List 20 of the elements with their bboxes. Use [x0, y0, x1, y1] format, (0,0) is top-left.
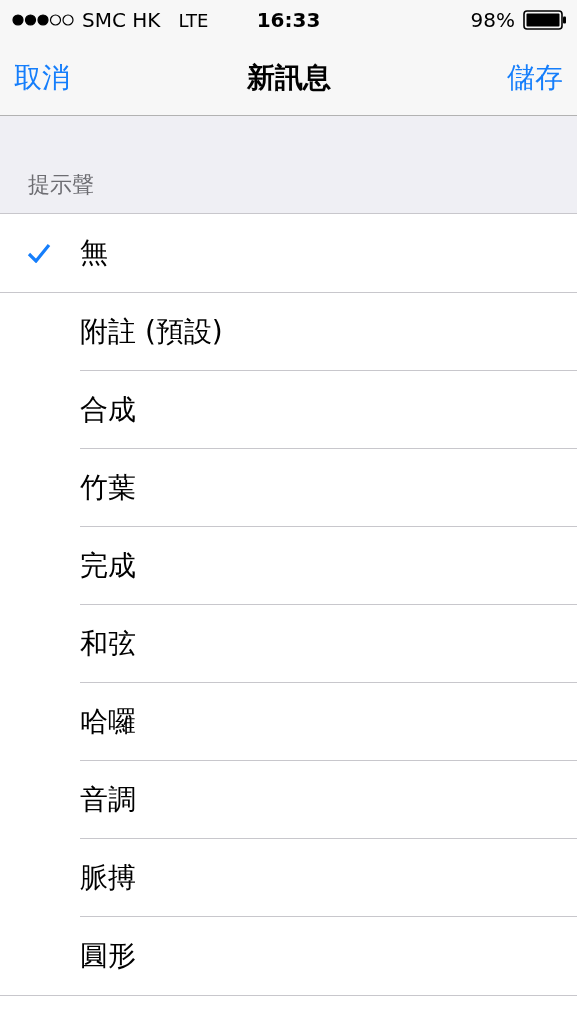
- sound-option[interactable]: 竹葉: [80, 468, 136, 507]
- screen-title: 新訊息: [246, 59, 331, 96]
- sound-option[interactable]: 脈搏: [80, 858, 136, 897]
- sound-option[interactable]: 無: [80, 234, 108, 272]
- sound-option[interactable]: 完成: [80, 546, 136, 585]
- sound-option[interactable]: 附註 (預設): [80, 312, 223, 351]
- sound-option[interactable]: 合成: [80, 390, 136, 429]
- save-button[interactable]: 儲存: [507, 58, 563, 97]
- sound-option[interactable]: 音調: [80, 780, 136, 819]
- clock: 16:33: [256, 8, 321, 32]
- sound-option[interactable]: 和弦: [80, 624, 136, 663]
- sound-option[interactable]: 圓形: [80, 937, 136, 975]
- signal-icon: [12, 13, 74, 27]
- section-header: 提示聲: [28, 171, 94, 199]
- cancel-button[interactable]: 取消: [14, 58, 70, 97]
- battery-icon: [523, 10, 567, 30]
- carrier-name: SMC HK: [82, 8, 161, 32]
- sound-option[interactable]: 哈囉: [80, 702, 136, 741]
- battery-percent: 98%: [470, 8, 515, 32]
- network-type: LTE: [178, 9, 209, 31]
